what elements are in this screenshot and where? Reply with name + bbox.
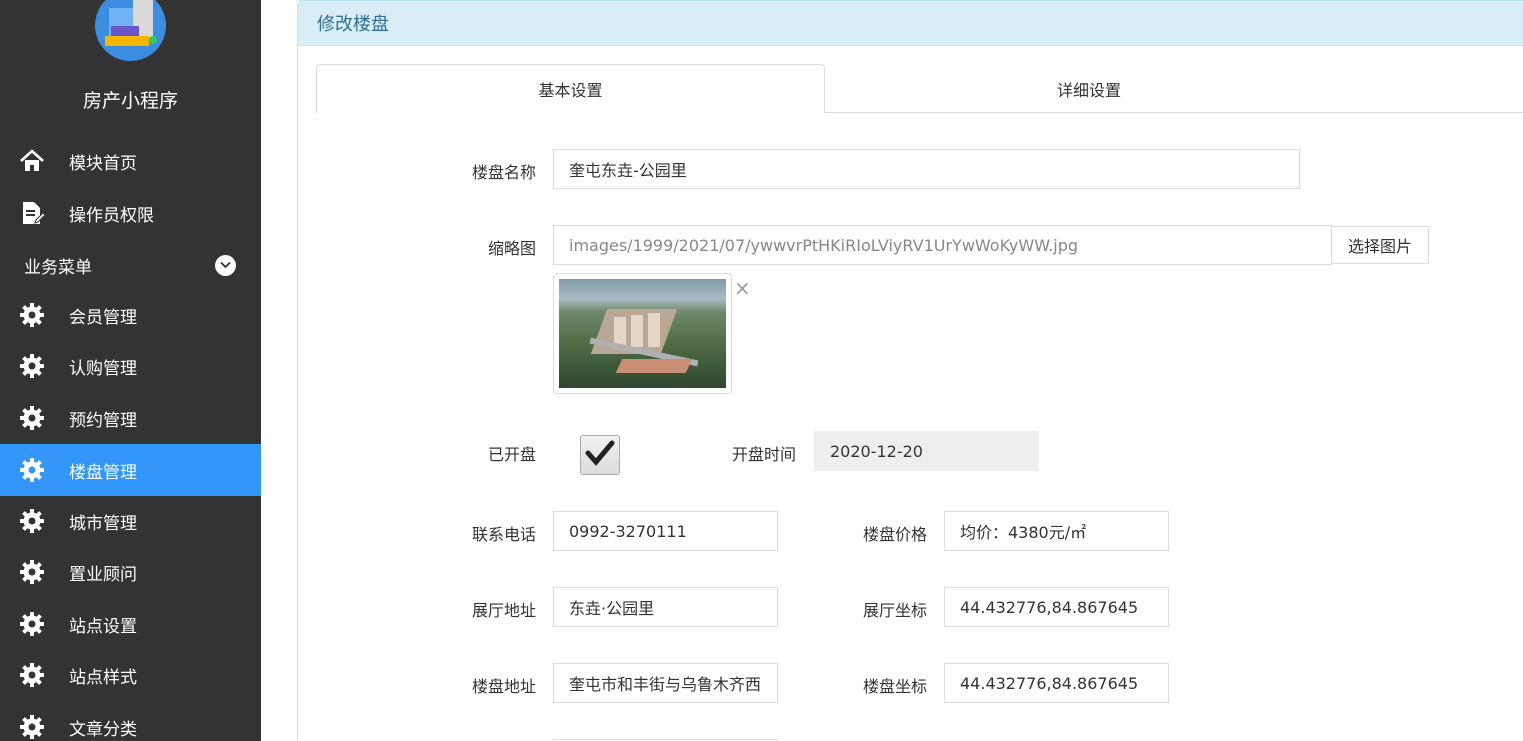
gear-icon xyxy=(19,405,45,431)
checkmark-icon xyxy=(585,440,615,470)
gear-icon xyxy=(19,611,45,637)
sidebar-section-label: 业务菜单 xyxy=(24,257,92,278)
home-icon xyxy=(19,148,45,174)
sidebar-item-properties[interactable]: 楼盘管理 xyxy=(0,444,261,496)
hall-address-input[interactable]: 东垚·公园里 xyxy=(553,587,778,627)
sidebar-item-label: 置业顾问 xyxy=(69,564,137,585)
sidebar-item-site-settings[interactable]: 站点设置 xyxy=(0,598,261,650)
open-time-label: 开盘时间 xyxy=(731,445,796,464)
property-name-input[interactable]: 奎屯东垚-公园里 xyxy=(553,149,1300,189)
sidebar-item-label: 模块首页 xyxy=(69,153,137,174)
price-label: 楼盘价格 xyxy=(862,525,927,544)
property-address-label: 楼盘地址 xyxy=(471,677,536,696)
opened-label: 已开盘 xyxy=(487,445,536,464)
hall-coordinates-input[interactable]: 44.432776,84.867645 xyxy=(944,587,1169,627)
hall-address-label: 展厅地址 xyxy=(471,601,536,620)
sidebar: 房产小程序 模块首页 操作员权限 业务菜单 会员管理 认购管理 预约管理 楼盘管… xyxy=(0,0,261,741)
remove-thumbnail-icon[interactable]: × xyxy=(734,276,751,300)
property-coordinates-label: 楼盘坐标 xyxy=(862,677,927,696)
sidebar-item-site-style[interactable]: 站点样式 xyxy=(0,649,261,701)
sidebar-item-label: 会员管理 xyxy=(69,307,137,328)
form-tabs: 基本设置 详细设置 xyxy=(316,64,1523,114)
property-address-input[interactable]: 奎屯市和丰街与乌鲁木齐西 xyxy=(553,663,778,703)
select-image-button[interactable]: 选择图片 xyxy=(1331,226,1429,264)
sidebar-item-label: 文章分类 xyxy=(69,719,137,740)
property-coordinates-input[interactable]: 44.432776,84.867645 xyxy=(944,663,1169,703)
thumbnail-preview xyxy=(553,273,732,394)
gear-icon xyxy=(19,457,45,483)
sidebar-item-subscriptions[interactable]: 认购管理 xyxy=(0,340,261,392)
tab-basic-settings[interactable]: 基本设置 xyxy=(316,64,825,114)
gear-icon xyxy=(19,508,45,534)
gear-icon xyxy=(19,662,45,688)
sidebar-item-members[interactable]: 会员管理 xyxy=(0,289,261,341)
hall-coordinates-label: 展厅坐标 xyxy=(862,601,927,620)
phone-input[interactable]: 0992-3270111 xyxy=(553,511,778,551)
open-time-input[interactable]: 2020-12-20 xyxy=(814,431,1039,471)
sidebar-item-operator-permissions[interactable]: 操作员权限 xyxy=(0,187,261,239)
sidebar-item-label: 城市管理 xyxy=(69,513,137,534)
sidebar-item-article-categories[interactable]: 文章分类 xyxy=(0,701,261,741)
sidebar-item-cities[interactable]: 城市管理 xyxy=(0,495,261,547)
opened-checkbox[interactable] xyxy=(580,435,620,475)
sidebar-item-label: 站点设置 xyxy=(69,616,137,637)
document-edit-icon xyxy=(19,200,45,226)
app-logo xyxy=(95,0,166,61)
sidebar-item-label: 认购管理 xyxy=(69,358,137,379)
sidebar-item-label: 站点样式 xyxy=(69,667,137,688)
sidebar-item-label: 预约管理 xyxy=(69,410,137,431)
thumbnail-path-input[interactable]: images/1999/2021/07/ywwvrPtHKiRIoLViyRV1… xyxy=(553,225,1332,265)
sidebar-section-business-menu[interactable]: 业务菜单 xyxy=(0,243,261,287)
gear-icon xyxy=(19,559,45,585)
sidebar-item-home[interactable]: 模块首页 xyxy=(0,135,261,187)
sidebar-item-reservations[interactable]: 预约管理 xyxy=(0,392,261,444)
sidebar-item-consultants[interactable]: 置业顾问 xyxy=(0,546,261,598)
sidebar-item-label: 操作员权限 xyxy=(69,205,154,226)
gear-icon xyxy=(19,353,45,379)
gear-icon xyxy=(19,714,45,740)
property-aerial-image xyxy=(559,279,726,388)
property-name-label: 楼盘名称 xyxy=(471,163,536,182)
chevron-down-icon[interactable] xyxy=(215,254,236,276)
price-input[interactable]: 均价：4380元/㎡ xyxy=(944,511,1169,551)
tab-detail-settings[interactable]: 详细设置 xyxy=(825,64,1353,113)
app-title: 房产小程序 xyxy=(82,90,178,112)
panel-title: 修改楼盘 xyxy=(298,1,1523,46)
sidebar-item-label: 楼盘管理 xyxy=(69,462,137,483)
thumbnail-label: 缩略图 xyxy=(487,239,536,258)
gear-icon xyxy=(19,302,45,328)
phone-label: 联系电话 xyxy=(471,525,536,544)
